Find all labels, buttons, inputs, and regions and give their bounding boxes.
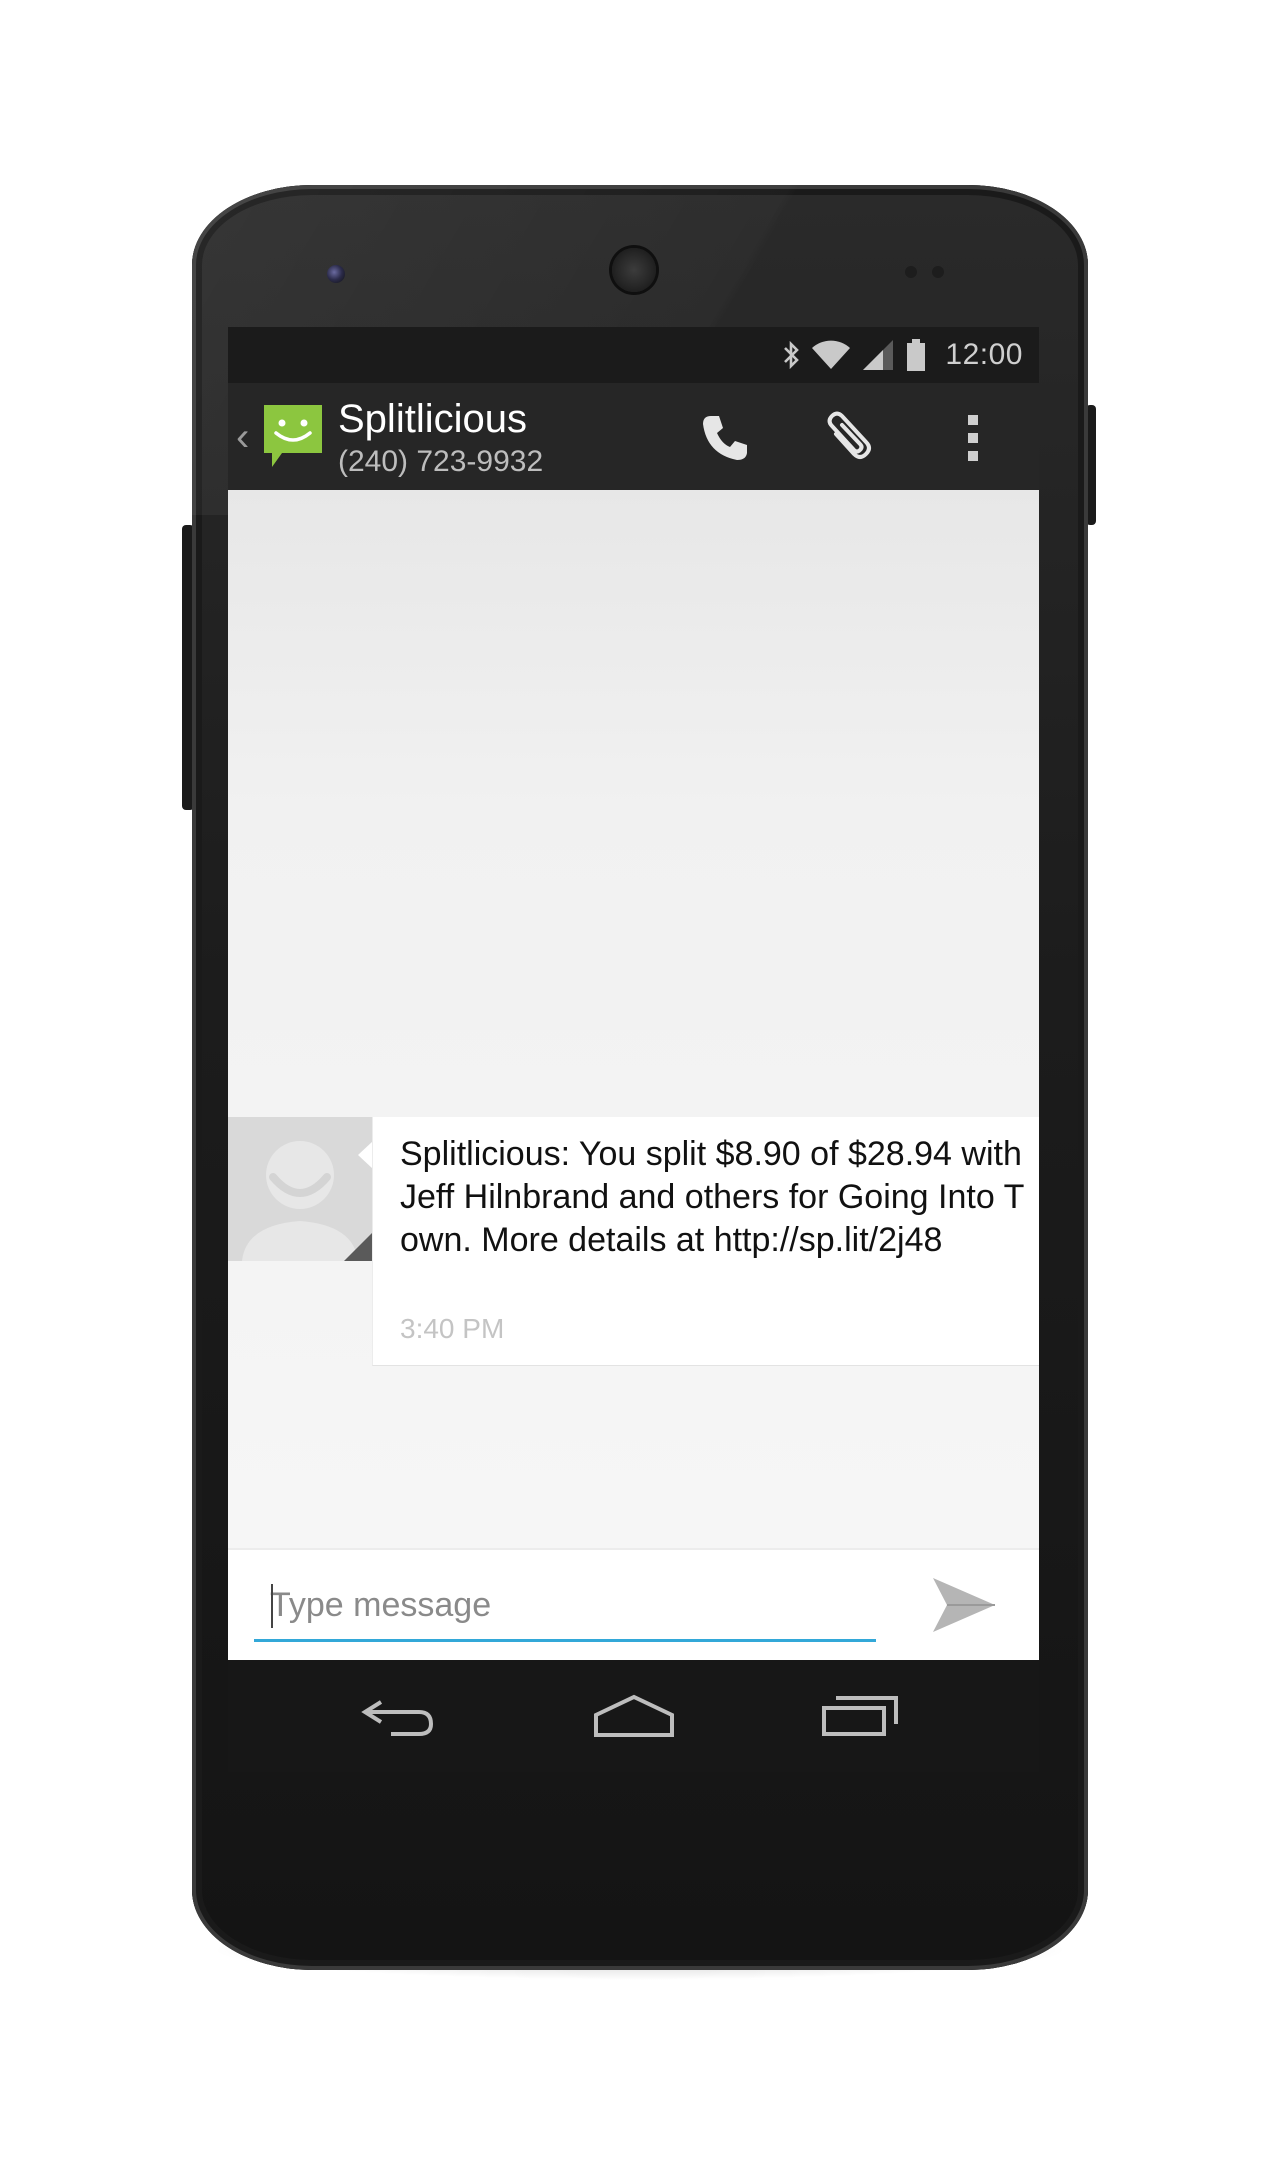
- proximity-sensor: [905, 266, 917, 278]
- text-caret: [271, 1584, 273, 1628]
- conversation-list[interactable]: Splitlicious: You split $8.90 of $28.94 …: [228, 490, 1039, 1548]
- message-timestamp: 3:40 PM: [400, 1313, 505, 1344]
- status-clock: 12:00: [945, 338, 1023, 371]
- status-bar: 12:00: [228, 327, 1039, 383]
- bubble-notch: [358, 1141, 373, 1169]
- phone-screen: 12:00 ‹ Splitlicious (240) 723-9932 Spli…: [228, 327, 1039, 1772]
- message-text: Splitlicious: You split $8.90 of $28.94 …: [400, 1135, 1025, 1259]
- message-bubble[interactable]: Splitlicious: You split $8.90 of $28.94 …: [372, 1117, 1039, 1366]
- avatar-badge-corner: [344, 1233, 372, 1261]
- chevron-left-icon[interactable]: ‹: [236, 417, 249, 457]
- recents-icon[interactable]: [805, 1686, 915, 1746]
- phone-icon[interactable]: [690, 403, 760, 473]
- bluetooth-icon: [781, 339, 801, 371]
- battery-icon: [905, 338, 927, 372]
- send-icon[interactable]: [924, 1570, 1004, 1640]
- front-camera: [327, 265, 345, 283]
- messaging-smiley-icon[interactable]: [260, 403, 326, 473]
- action-bar: ‹ Splitlicious (240) 723-9932: [228, 383, 1039, 490]
- contact-name: Splitlicious: [338, 397, 527, 441]
- earpiece-speaker: [612, 248, 656, 292]
- wifi-icon: [811, 340, 851, 370]
- message-input[interactable]: [254, 1572, 876, 1642]
- home-icon[interactable]: [579, 1686, 689, 1746]
- default-contact-avatar[interactable]: [228, 1117, 372, 1261]
- stage: 12:00 ‹ Splitlicious (240) 723-9932 Spli…: [0, 0, 1280, 2164]
- signal-icon: [861, 339, 895, 371]
- paperclip-icon[interactable]: [813, 403, 883, 473]
- status-icons: 12:00: [781, 327, 1023, 383]
- light-sensor: [932, 266, 944, 278]
- navigation-bar: [228, 1660, 1039, 1772]
- message-item[interactable]: Splitlicious: You split $8.90 of $28.94 …: [228, 1117, 1039, 1367]
- overflow-menu-icon[interactable]: [938, 403, 1008, 473]
- contact-number: (240) 723-9932: [338, 445, 544, 478]
- back-icon[interactable]: [344, 1686, 454, 1746]
- compose-bar: [228, 1548, 1039, 1662]
